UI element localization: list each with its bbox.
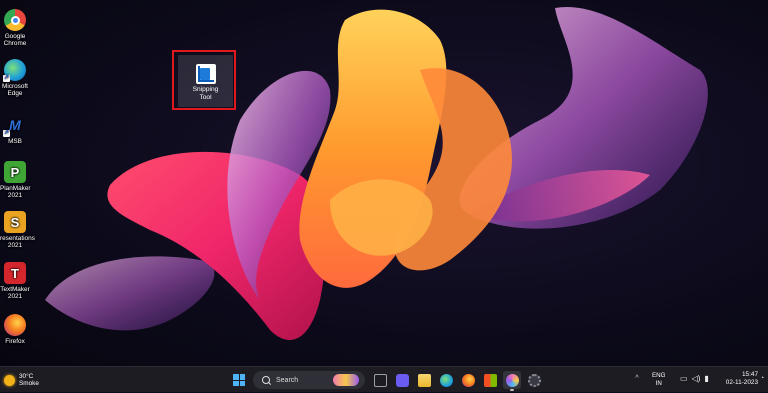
edge-icon — [439, 373, 453, 387]
desktop-icon-label: PlanMaker 2021 — [0, 185, 31, 199]
desktop-icon-label: TextMaker 2021 — [0, 286, 30, 300]
clock-time: 15:47 — [742, 371, 758, 378]
desktop-icon-firefox[interactable]: Firefox — [0, 314, 30, 345]
taskbar-meet[interactable] — [393, 371, 411, 389]
shortcut-arrow-icon: ↗ — [3, 130, 10, 137]
desktop-icon-planmaker[interactable]: P PlanMaker 2021 — [0, 161, 31, 199]
textmaker-icon: T — [4, 262, 26, 284]
desktop-icon-msb[interactable]: M ↗ MSB — [0, 114, 30, 145]
weather-condition: Smoke — [19, 380, 39, 387]
store-icon — [483, 373, 497, 387]
search-icon — [262, 376, 270, 384]
language-indicator[interactable]: ENG IN — [652, 372, 665, 388]
battery-icon: ▮ — [704, 374, 709, 383]
desktop-icon-presentations[interactable]: S resentations 2021 — [0, 211, 35, 249]
weather-temp: 30°C — [19, 372, 34, 380]
desktop-icon-label: resentations 2021 — [0, 235, 35, 249]
taskbar-file-explorer[interactable] — [415, 371, 433, 389]
taskbar: 30°C Smoke Search ^ ENG IN ▭ ◁) ▮ 15:47 … — [0, 366, 768, 392]
msb-icon: M ↗ — [3, 116, 21, 137]
settings-icon — [527, 373, 541, 387]
desktop-icon-textmaker[interactable]: T TextMaker 2021 — [0, 262, 30, 300]
snipping-tool-icon — [195, 64, 216, 84]
desktop-icon-google-chrome[interactable]: Google Chrome — [0, 9, 30, 47]
volume-icon: ◁) — [691, 374, 701, 383]
firefox-icon — [4, 314, 26, 336]
taskbar-settings[interactable] — [525, 371, 543, 389]
windows-icon — [233, 374, 245, 386]
clock[interactable]: 15:47 02-11-2023 — [720, 371, 758, 387]
taskbar-firefox[interactable] — [459, 371, 477, 389]
edge-icon: ↗ — [3, 59, 26, 82]
desktop-icon-label: Microsoft Edge — [2, 83, 28, 97]
clock-date: 02-11-2023 — [725, 379, 758, 386]
desktop-icon-label: Firefox — [5, 338, 25, 345]
taskbar-store[interactable] — [481, 371, 499, 389]
desktop-icon-snipping-tool[interactable]: Snipping Tool — [178, 55, 233, 107]
presentations-icon: S — [4, 211, 26, 233]
language-code: ENG — [652, 372, 666, 379]
task-view-icon — [373, 373, 387, 387]
sun-icon — [4, 374, 15, 386]
photos-icon — [505, 373, 519, 387]
taskbar-task-view[interactable] — [371, 371, 389, 389]
notification-bell-icon[interactable]: ◔ — [760, 375, 764, 382]
shortcut-arrow-icon: ↗ — [3, 75, 10, 82]
desktop-icon-label: Google Chrome — [3, 33, 27, 47]
running-indicator — [510, 389, 514, 391]
planmaker-icon: P — [4, 161, 26, 183]
desktop: Google Chrome ↗ Microsoft Edge M ↗ MSB P… — [0, 0, 768, 366]
file-explorer-icon — [417, 373, 431, 387]
monitor-icon: ▭ — [680, 374, 688, 383]
region-code: IN — [655, 380, 662, 387]
desktop-icon-label: MSB — [8, 138, 22, 145]
taskbar-photos[interactable] — [503, 371, 521, 391]
taskbar-center: Search — [228, 370, 545, 391]
weather-widget[interactable]: 30°C Smoke — [4, 370, 39, 390]
quick-settings[interactable]: ▭ ◁) ▮ — [680, 374, 709, 383]
show-hidden-icons-chevron[interactable]: ^ — [632, 375, 642, 382]
firefox-icon — [461, 373, 475, 387]
wallpaper — [45, 6, 708, 340]
chrome-icon — [4, 9, 26, 31]
taskbar-edge[interactable] — [437, 371, 455, 389]
desktop-icon-microsoft-edge[interactable]: ↗ Microsoft Edge — [0, 59, 30, 97]
search-label: Search — [276, 376, 299, 384]
taskbar-search[interactable]: Search — [253, 371, 365, 389]
desktop-icon-label: Snipping Tool — [192, 86, 219, 101]
start-button[interactable] — [230, 371, 248, 389]
meet-icon — [395, 373, 409, 387]
search-highlight-icon — [333, 374, 359, 386]
